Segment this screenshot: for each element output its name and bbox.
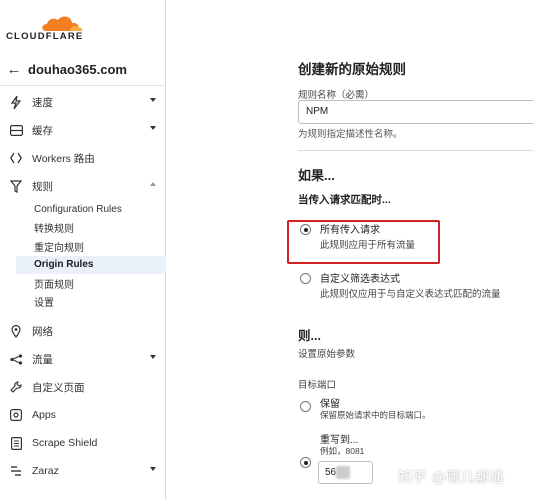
sidebar-nav: 速度 缓存 Workers 路由 规则 Configuration Rules … bbox=[0, 88, 166, 485]
wrench-icon bbox=[0, 381, 32, 393]
chevron-up-icon bbox=[150, 182, 156, 186]
then-heading: 则... bbox=[298, 329, 321, 343]
sidebar-item-label: Scrape Shield bbox=[32, 437, 98, 449]
sidebar-item-label: 速度 bbox=[32, 96, 53, 109]
page-title: 创建新的原始规则 bbox=[298, 62, 406, 77]
sidebar-item-zaraz[interactable]: Zaraz bbox=[0, 457, 166, 485]
rule-name-hint: 为规则指定描述性名称。 bbox=[298, 129, 403, 140]
option-preserve-desc: 保留原始请求中的目标端口。 bbox=[320, 410, 431, 420]
highlight-box bbox=[287, 220, 440, 264]
lightning-icon bbox=[0, 95, 32, 109]
redacted-blur bbox=[336, 466, 350, 479]
option-rewrite-title: 重写到... bbox=[320, 435, 359, 446]
domain-header: ← douhao365.com bbox=[0, 54, 166, 86]
watermark: 知乎 @哪儿都通 bbox=[398, 469, 505, 485]
sidebar-subitem-redirect-rules[interactable]: 重定向规则 bbox=[0, 237, 166, 256]
sidebar-subitem-configuration-rules[interactable]: Configuration Rules bbox=[0, 200, 166, 219]
apps-icon bbox=[0, 409, 32, 421]
sidebar-item-label: 缓存 bbox=[32, 124, 53, 137]
cache-icon bbox=[0, 124, 32, 136]
sidebar: CLOUDFLARE ← douhao365.com 速度 缓存 Workers… bbox=[0, 0, 166, 500]
sidebar-item-scrape-shield[interactable]: Scrape Shield bbox=[0, 429, 166, 457]
rule-name-input[interactable]: NPM bbox=[298, 100, 533, 124]
main-content: 创建新的原始规则 规则名称（必需） NPM 为规则指定描述性名称。 如果... … bbox=[166, 0, 533, 500]
chevron-down-icon bbox=[150, 98, 156, 102]
port-value: 56 bbox=[325, 467, 337, 478]
port-input[interactable]: 56 bbox=[318, 461, 373, 484]
cloudflare-logo[interactable]: CLOUDFLARE bbox=[6, 14, 156, 44]
chevron-down-icon bbox=[150, 126, 156, 130]
back-arrow-icon[interactable]: ← bbox=[0, 61, 28, 78]
location-pin-icon bbox=[0, 324, 32, 338]
cloud-icon bbox=[42, 16, 83, 31]
option-custom-filter-title: 自定义筛选表达式 bbox=[320, 274, 400, 285]
if-heading: 如果... bbox=[298, 168, 335, 183]
sidebar-item-label: 规则 bbox=[32, 180, 53, 193]
sidebar-item-label: Apps bbox=[32, 409, 56, 421]
sidebar-item-label: Zaraz bbox=[32, 465, 59, 477]
rule-name-label: 规则名称（必需） bbox=[298, 90, 375, 101]
domain-name: douhao365.com bbox=[28, 62, 127, 77]
sidebar-subitem-origin-rules[interactable]: Origin Rules bbox=[16, 255, 166, 274]
sidebar-item-workers[interactable]: Workers 路由 bbox=[0, 144, 166, 172]
traffic-icon bbox=[0, 353, 32, 365]
zaraz-icon bbox=[0, 465, 32, 477]
section-divider bbox=[298, 150, 533, 151]
sidebar-item-label: 流量 bbox=[32, 353, 53, 366]
sidebar-subitem-page-rules[interactable]: 页面规则 bbox=[0, 274, 166, 293]
sidebar-item-custom-pages[interactable]: 自定义页面 bbox=[0, 373, 166, 401]
workers-icon bbox=[0, 152, 32, 164]
sidebar-item-rules[interactable]: 规则 bbox=[0, 172, 166, 200]
radio-preserve-port[interactable] bbox=[300, 401, 311, 412]
chevron-down-icon bbox=[150, 355, 156, 359]
sidebar-item-speed[interactable]: 速度 bbox=[0, 88, 166, 116]
sidebar-item-label: 网络 bbox=[32, 325, 53, 338]
sidebar-item-network[interactable]: 网络 bbox=[0, 317, 166, 345]
then-subheading: 设置原始参数 bbox=[298, 349, 356, 360]
option-preserve-title: 保留 bbox=[320, 399, 340, 410]
destination-port-label: 目标端口 bbox=[298, 380, 337, 391]
option-custom-filter-desc: 此规则仅应用于与自定义表达式匹配的流量 bbox=[320, 289, 501, 300]
document-icon bbox=[0, 436, 32, 450]
sidebar-subitem-transform-rules[interactable]: 转换规则 bbox=[0, 219, 166, 238]
radio-rewrite-port[interactable] bbox=[300, 457, 311, 468]
if-subheading: 当传入请求匹配时... bbox=[298, 194, 391, 206]
rules-icon bbox=[0, 179, 32, 193]
sidebar-item-cache[interactable]: 缓存 bbox=[0, 116, 166, 144]
sidebar-item-apps[interactable]: Apps bbox=[0, 401, 166, 429]
sidebar-item-label: 自定义页面 bbox=[32, 381, 85, 394]
brand-wordmark: CLOUDFLARE bbox=[6, 31, 84, 42]
sidebar-item-label: Workers 路由 bbox=[32, 152, 95, 165]
option-rewrite-desc: 例如，8081 bbox=[320, 446, 365, 456]
sidebar-subitem-settings[interactable]: 设置 bbox=[0, 293, 166, 312]
chevron-down-icon bbox=[150, 467, 156, 471]
sidebar-item-traffic[interactable]: 流量 bbox=[0, 345, 166, 373]
radio-custom-filter[interactable] bbox=[300, 273, 311, 284]
